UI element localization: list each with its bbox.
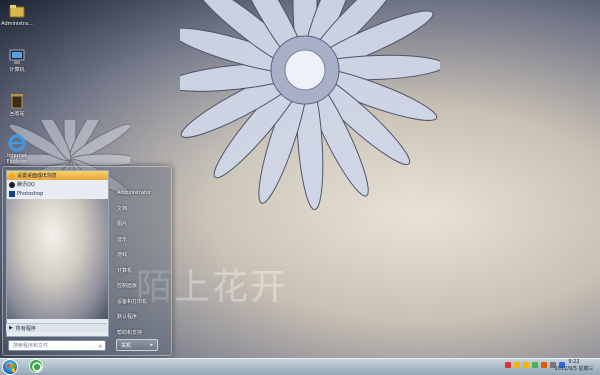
clock-date: 2012/9/5 星期三 (554, 366, 594, 372)
right-item-music[interactable]: 音乐 (111, 232, 171, 248)
desktop-icon-label: Internet Explorer (6, 153, 28, 165)
tray-icon-2[interactable] (514, 362, 520, 368)
all-programs-button[interactable]: ▶ 所有程序 (6, 323, 107, 332)
desktop-icon-label: Administra... (1, 21, 33, 27)
taskbar-ie-button[interactable] (29, 359, 43, 373)
shutdown-arrow-icon[interactable]: ▸ (150, 342, 153, 348)
tray-icon-4[interactable] (532, 362, 538, 368)
pinned-item-qq[interactable]: 腾讯QQ (7, 180, 108, 189)
internet-explorer-icon (32, 362, 42, 372)
right-item-documents[interactable]: 文档 (111, 201, 171, 217)
internet-explorer-icon (8, 134, 26, 152)
tray-icon-1[interactable] (505, 362, 511, 368)
clock-time: 9:22 (568, 359, 580, 365)
right-item-games[interactable]: 游戏 (111, 247, 171, 263)
wallpaper-flower (180, 0, 440, 211)
right-item-devices-printers[interactable]: 设备和打印机 (111, 294, 171, 310)
right-item-default-programs[interactable]: 默认程序 (111, 309, 171, 325)
start-menu-programs-pane: 设置桌面成IE浏览 腾讯QQ Photoshop (6, 170, 109, 337)
pinned-item-label: 设置桌面成IE浏览 (17, 173, 57, 179)
pinned-item-photoshop[interactable]: Photoshop (7, 189, 108, 198)
qq-icon (9, 181, 15, 188)
desktop-icon-internet-explorer[interactable]: Internet Explorer (0, 134, 34, 165)
pinned-item-ie-setting[interactable]: 设置桌面成IE浏览 (7, 171, 108, 180)
start-menu: 设置桌面成IE浏览 腾讯QQ Photoshop ▶ 所有程序 搜索程序和文件 … (2, 166, 172, 356)
right-item-administrator[interactable]: Administrator (111, 185, 171, 201)
shutdown-button[interactable]: 关机 ▸ (116, 339, 158, 351)
desktop-icon-computer[interactable]: 计算机 (0, 48, 34, 73)
start-search-input[interactable]: 搜索程序和文件 ⌕ (8, 340, 106, 351)
desktop-icon-admin[interactable]: Administra... (0, 2, 34, 27)
pinned-item-label: Photoshop (17, 190, 44, 197)
start-menu-right-pane: Administrator 文档 图片 音乐 游戏 计算机 控制面板 设备和打印… (111, 185, 171, 340)
desktop-icon-label: 回收站 (9, 111, 25, 117)
shutdown-label: 关机 (121, 342, 132, 349)
desktop: 陌上花开 Administra... 计算机 回收站 Internet Expl… (0, 0, 600, 358)
tray-icon-5[interactable] (541, 362, 547, 368)
right-item-control-panel[interactable]: 控制面板 (111, 278, 171, 294)
right-item-help-support[interactable]: 帮助和支持 (111, 325, 171, 341)
right-item-pictures[interactable]: 图片 (111, 216, 171, 232)
desktop-icon-recycle-bin[interactable]: 回收站 (0, 92, 34, 117)
start-button[interactable] (2, 359, 18, 375)
search-placeholder: 搜索程序和文件 (13, 343, 49, 349)
photoshop-icon (9, 190, 15, 197)
pinned-item-label: 腾讯QQ (17, 182, 35, 188)
tray-icon-3[interactable] (523, 362, 529, 368)
right-item-computer[interactable]: 计算机 (111, 263, 171, 279)
all-programs-label: 所有程序 (15, 325, 36, 332)
ie-icon (9, 172, 15, 179)
folder-icon (9, 5, 25, 18)
windows-logo-icon (7, 364, 15, 372)
start-menu-flower-picture (7, 199, 108, 319)
recycle-bin-icon (11, 94, 23, 109)
arrow-right-icon: ▶ (9, 325, 13, 331)
taskbar-clock[interactable]: 9:22 2012/9/5 星期三 (553, 359, 595, 373)
search-icon: ⌕ (98, 343, 102, 350)
computer-icon (9, 49, 25, 64)
desktop-icon-label: 计算机 (9, 67, 25, 73)
